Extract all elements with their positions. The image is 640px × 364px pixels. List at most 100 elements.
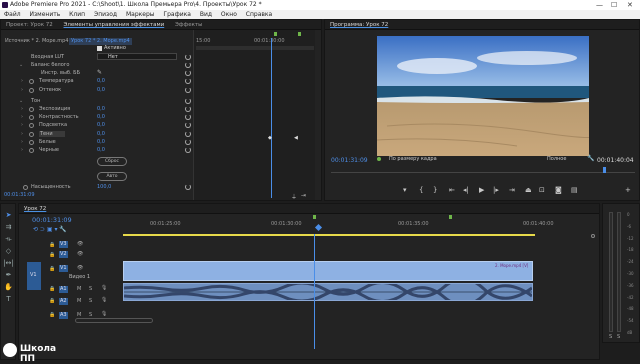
chevron-right-icon[interactable]: ›: [21, 78, 23, 84]
program-video-frame[interactable]: [377, 36, 589, 156]
track-name-a2[interactable]: A2: [59, 298, 68, 305]
mute-a2[interactable]: M: [77, 298, 81, 305]
step-forward-icon[interactable]: |▸: [493, 186, 499, 194]
hand-tool-icon[interactable]: ✋: [3, 282, 14, 292]
mute-a1[interactable]: M: [77, 286, 81, 293]
menu-file[interactable]: Файл: [4, 11, 21, 18]
play-icon[interactable]: ▶: [479, 186, 484, 194]
stopwatch-icon[interactable]: [23, 185, 28, 190]
source-patch-v1[interactable]: V1: [27, 262, 41, 290]
param-value[interactable]: 0,0: [97, 106, 105, 112]
reset-param-icon[interactable]: [185, 114, 191, 120]
selection-tool-icon[interactable]: ➤: [3, 210, 14, 220]
auto-button[interactable]: Авто: [97, 172, 127, 181]
reset-param-icon[interactable]: [185, 122, 191, 128]
sequence-breadcrumb[interactable]: Урок 72 * 2. Море.mp4: [69, 38, 132, 45]
stopwatch-icon[interactable]: [29, 88, 34, 93]
mark-in-icon[interactable]: {: [419, 186, 423, 194]
tab-effects[interactable]: Эффекты: [175, 22, 203, 28]
export-icon[interactable]: ⇥: [301, 192, 306, 199]
zoom-handle[interactable]: [591, 234, 595, 238]
tab-project[interactable]: Проект: Урок 72: [6, 22, 53, 28]
lock-icon[interactable]: 🔒: [49, 286, 55, 292]
eye-icon[interactable]: 👁: [77, 265, 83, 271]
type-tool-icon[interactable]: T: [3, 294, 14, 304]
slip-tool-icon[interactable]: |↔|: [3, 258, 14, 268]
reset-param-icon[interactable]: [185, 98, 191, 104]
param-value[interactable]: 0,0: [97, 147, 105, 153]
stopwatch-icon[interactable]: [29, 107, 34, 112]
stopwatch-icon[interactable]: [29, 140, 34, 145]
wrench-icon[interactable]: 🔧: [587, 155, 594, 162]
param-value[interactable]: 0,0: [97, 78, 105, 84]
mark-out-icon[interactable]: }: [433, 186, 437, 194]
timeline-timecode[interactable]: 00:01:31:09: [32, 216, 72, 224]
timeline-ruler[interactable]: 00:01:25:00 00:01:30:00 00:01:35:00 00:0…: [123, 215, 593, 240]
fit-dropdown[interactable]: По размеру кадра: [389, 156, 437, 163]
extract-icon[interactable]: ⊡: [539, 186, 545, 194]
timeline-toolbar-icons[interactable]: ⟲ ⊃ ▣ ▾ 🔧: [33, 226, 67, 233]
chevron-down-icon[interactable]: ⌄: [19, 98, 23, 104]
param-value[interactable]: 0,0: [97, 87, 105, 93]
stopwatch-icon[interactable]: [29, 148, 34, 153]
reset-button[interactable]: Сброс: [97, 157, 127, 166]
track-name-v1[interactable]: V1: [59, 265, 68, 272]
chevron-right-icon[interactable]: ›: [21, 139, 23, 145]
effect-mini-timeline[interactable]: 15:00 00:01:30:00 ◆ ◀: [193, 30, 315, 200]
menu-clip[interactable]: Клип: [69, 11, 85, 18]
program-scrub-bar[interactable]: [331, 168, 635, 173]
param-value[interactable]: 0,0: [97, 122, 105, 128]
lock-icon[interactable]: 🔒: [49, 266, 55, 272]
track-scroll-handle[interactable]: [75, 318, 153, 323]
active-checkbox[interactable]: [97, 46, 102, 51]
stopwatch-icon[interactable]: [29, 132, 34, 137]
menu-window[interactable]: Окно: [221, 11, 237, 18]
chevron-down-icon[interactable]: ⌄: [19, 62, 23, 68]
reset-param-icon[interactable]: [185, 78, 191, 84]
track-name-v3[interactable]: V3: [59, 241, 68, 248]
chevron-right-icon[interactable]: ›: [21, 114, 23, 120]
menu-markers[interactable]: Маркеры: [126, 11, 155, 18]
lift-icon[interactable]: ⏏: [525, 186, 532, 194]
timeline-playhead-line[interactable]: [314, 234, 315, 349]
add-button-icon[interactable]: +: [625, 186, 631, 194]
step-back-icon[interactable]: ◂|: [463, 186, 469, 194]
eyedropper-icon[interactable]: ✎: [97, 69, 102, 76]
source-breadcrumb[interactable]: Источник * 2. Море.mp4: [5, 38, 68, 45]
chevron-right-icon[interactable]: ›: [21, 106, 23, 112]
lock-icon[interactable]: 🔒: [49, 298, 55, 304]
track-name-a1[interactable]: A1: [59, 286, 68, 293]
lock-icon[interactable]: 🔒: [49, 242, 55, 248]
chevron-right-icon[interactable]: ›: [21, 131, 23, 137]
stopwatch-icon[interactable]: [29, 123, 34, 128]
pen-tool-icon[interactable]: ✒: [3, 270, 14, 280]
reset-param-icon[interactable]: [185, 131, 191, 137]
tab-sequence[interactable]: Урок 72: [24, 206, 46, 212]
menu-edit[interactable]: Изменить: [30, 11, 61, 18]
stopwatch-icon[interactable]: [29, 79, 34, 84]
track-name-v2[interactable]: V2: [59, 251, 68, 258]
reset-param-icon[interactable]: [185, 147, 191, 153]
ripple-edit-icon[interactable]: ⟛: [3, 234, 14, 244]
keyframe-nav-icon[interactable]: ◀: [294, 135, 298, 141]
close-icon[interactable]: ✕: [627, 0, 633, 10]
menu-graphics[interactable]: Графика: [163, 11, 190, 18]
effect-timecode[interactable]: 00:01:31:09: [4, 192, 35, 198]
solo-right[interactable]: S: [617, 334, 620, 341]
work-area-bar[interactable]: [123, 234, 535, 236]
stopwatch-icon[interactable]: [29, 115, 34, 120]
program-playhead[interactable]: [603, 167, 606, 173]
chevron-right-icon[interactable]: ›: [21, 147, 23, 153]
keyframe-icon[interactable]: ◆: [268, 135, 272, 141]
menu-help[interactable]: Справка: [246, 11, 272, 18]
reset-param-icon[interactable]: [185, 139, 191, 145]
lock-icon[interactable]: 🔒: [49, 312, 55, 318]
mini-scroll-bar[interactable]: [196, 46, 314, 50]
comparison-icon[interactable]: ▤: [571, 186, 578, 194]
solo-a2[interactable]: S: [89, 298, 92, 305]
param-value[interactable]: 0,0: [97, 131, 105, 137]
eye-icon[interactable]: 👁: [77, 251, 83, 257]
menu-sequence[interactable]: Эпизод: [94, 11, 117, 18]
eye-icon[interactable]: 👁: [77, 241, 83, 247]
track-select-icon[interactable]: ⇉: [3, 222, 14, 232]
